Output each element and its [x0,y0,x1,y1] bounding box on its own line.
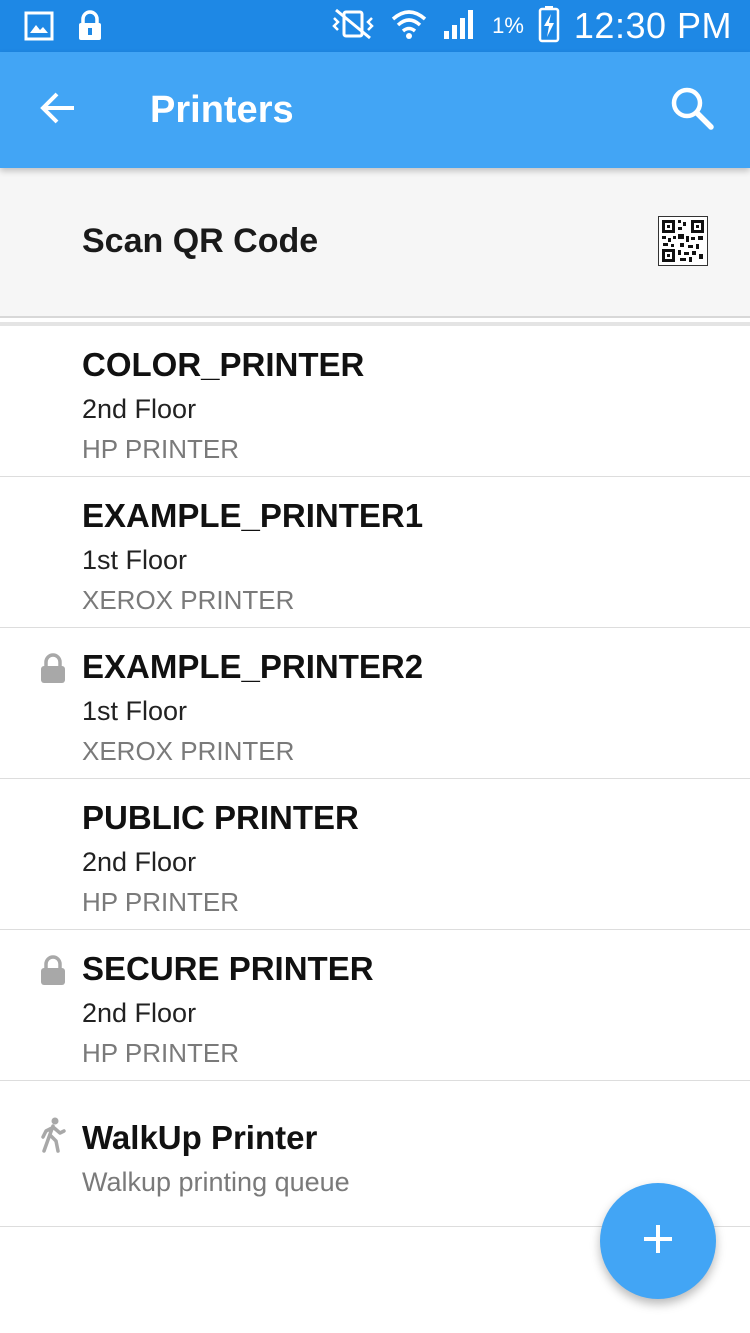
printer-name: EXAMPLE_PRINTER1 [82,497,424,534]
printer-description: Walkup printing queue [82,1167,350,1197]
printer-item-secure-printer[interactable]: SECURE PRINTER 2nd Floor HP PRINTER [0,930,750,1081]
status-time: 12:30 PM [573,5,732,46]
printer-model: HP PRINTER [82,1038,239,1068]
lock-icon [38,652,68,684]
printer-list: COLOR_PRINTER 2nd Floor HP PRINTER EXAMP… [0,326,750,1227]
printer-item-example-printer1[interactable]: EXAMPLE_PRINTER1 1st Floor XEROX PRINTER [0,477,750,628]
printer-location: 2nd Floor [82,394,197,424]
printer-name: COLOR_PRINTER [82,346,365,383]
battery-percent: 1% [492,13,524,38]
printer-model: HP PRINTER [82,887,239,917]
printer-name: EXAMPLE_PRINTER2 [82,648,424,685]
printer-item-example-printer2[interactable]: EXAMPLE_PRINTER2 1st Floor XEROX PRINTER [0,628,750,779]
battery-charging-icon [538,5,560,48]
add-printer-button[interactable] [600,1183,716,1299]
printer-location: 1st Floor [82,545,188,575]
printer-item-public-printer[interactable]: PUBLIC PRINTER 2nd Floor HP PRINTER [0,779,750,930]
search-button[interactable] [664,82,720,138]
signal-icon [442,7,478,46]
add-icon [641,1222,675,1261]
printer-model: XEROX PRINTER [82,585,295,615]
printer-item-color-printer[interactable]: COLOR_PRINTER 2nd Floor HP PRINTER [0,326,750,477]
back-button[interactable] [30,82,86,138]
status-bar: 1% 12:30 PM [0,0,750,52]
qr-code-icon [658,216,708,266]
printer-model: XEROX PRINTER [82,736,295,766]
page-title: Printers [150,89,294,131]
scan-qr-code-label: Scan QR Code [82,222,319,260]
wifi-icon [390,7,428,46]
printer-name: SECURE PRINTER [82,950,374,987]
printer-location: 2nd Floor [82,847,197,877]
search-icon [669,85,715,136]
vibrate-mute-icon [330,8,376,45]
lock-icon [76,10,104,47]
app-bar: Printers [0,52,750,168]
walk-icon [38,1117,68,1153]
arrow-back-icon [38,88,78,133]
lock-icon [38,954,68,986]
printer-name: WalkUp Printer [82,1119,318,1156]
printer-model: HP PRINTER [82,434,239,464]
scan-qr-code-row[interactable]: Scan QR Code [0,168,750,318]
printer-location: 2nd Floor [82,998,197,1028]
gallery-icon [24,11,54,46]
printer-name: PUBLIC PRINTER [82,799,359,836]
printer-location: 1st Floor [82,696,188,726]
